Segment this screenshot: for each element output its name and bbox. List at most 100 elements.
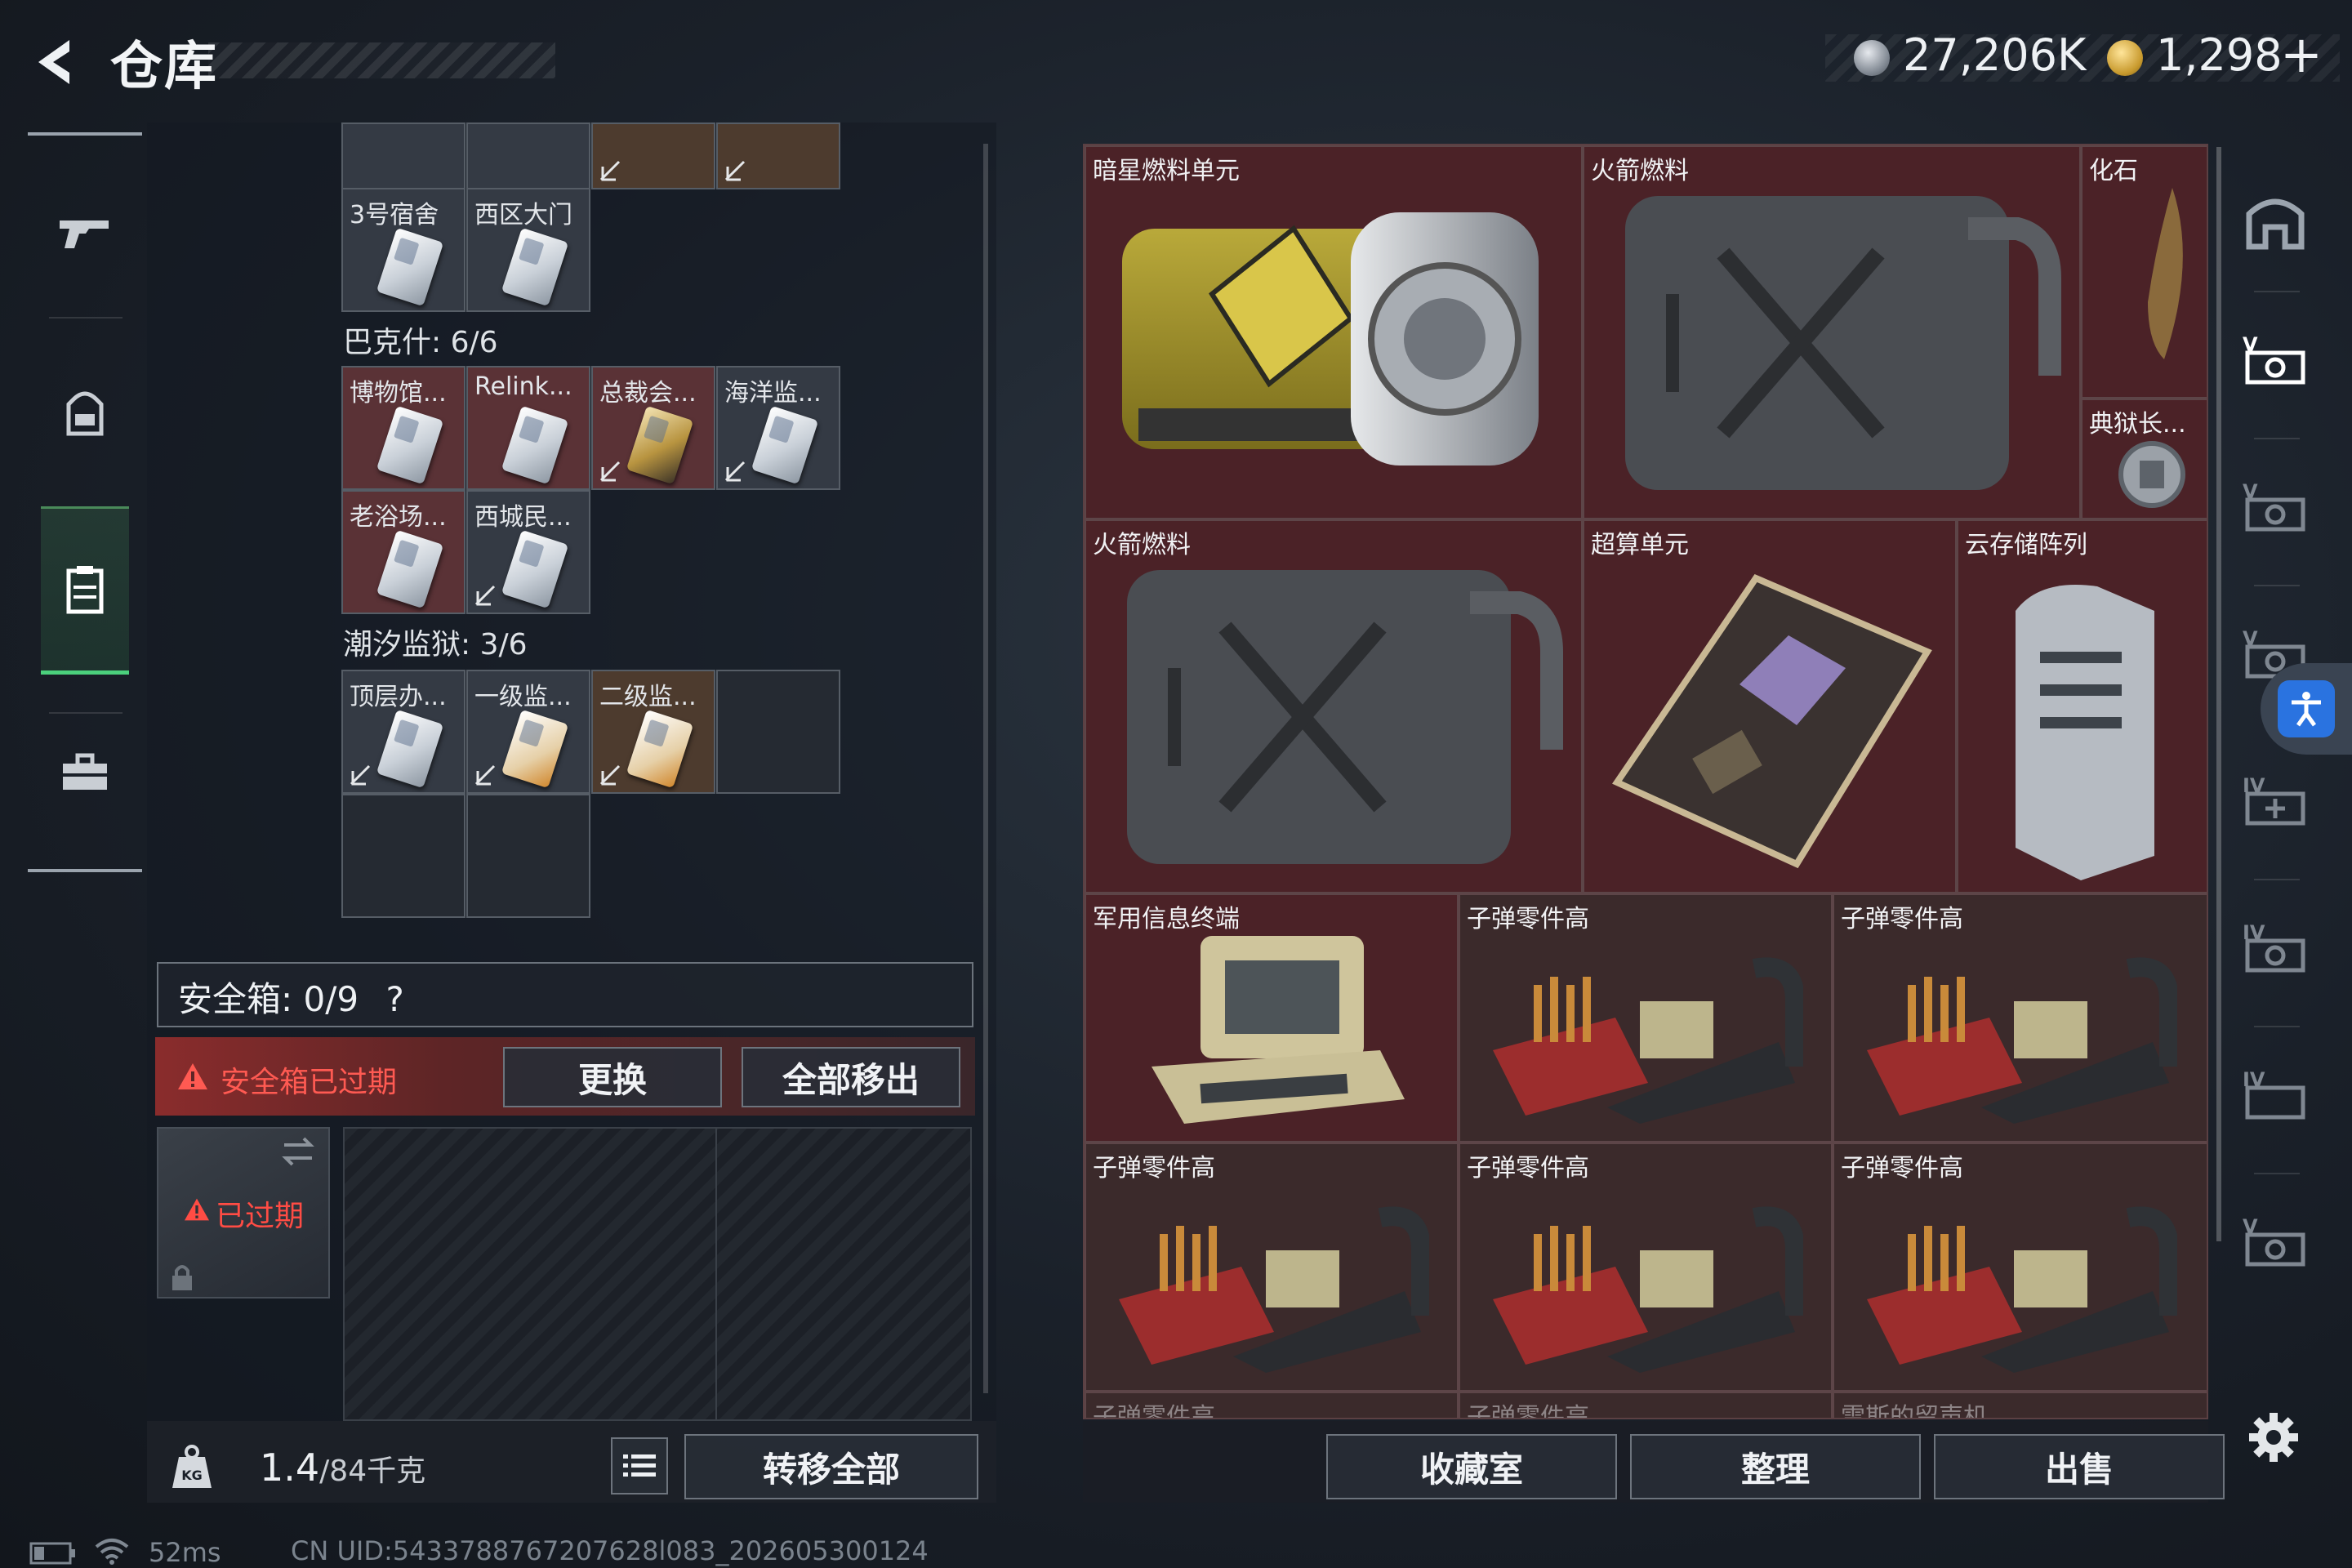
sort-button[interactable]: 整理 <box>1630 1434 1921 1499</box>
storage-tab-v-icon[interactable]: V <box>2241 477 2310 536</box>
keycard-icon <box>376 709 444 789</box>
slot-label: 海洋监... <box>724 379 822 408</box>
ammo-parts-image <box>1493 957 1803 1124</box>
slot-label: 3号宿舍 <box>350 201 439 229</box>
storage-tab-v-active-icon[interactable]: V <box>2241 330 2310 389</box>
slot-label: 顶层办... <box>350 683 447 711</box>
item-name: 军用信息终端 <box>1093 905 1240 933</box>
warehouse-item[interactable]: 子弹零件高 <box>1459 1392 1833 1419</box>
currency1-value: 27,206K <box>1903 29 2087 81</box>
key-slot[interactable] <box>716 122 840 189</box>
key-slot[interactable]: 海洋监... <box>716 366 840 490</box>
slot-label: 西区大门 <box>474 201 572 229</box>
key-slot[interactable]: 西城民... <box>466 490 590 614</box>
key-slot[interactable]: Relink... <box>466 366 590 490</box>
bound-icon <box>599 764 621 786</box>
warehouse-item[interactable]: 子弹零件高 <box>1459 1143 1833 1392</box>
key-slot[interactable]: 博物馆... <box>341 366 466 490</box>
warehouse-item[interactable]: 火箭燃料 <box>1085 519 1583 893</box>
empty-key-slot[interactable] <box>341 794 466 918</box>
jerrycan-image <box>1127 570 1563 864</box>
key-slot-west-gate[interactable]: 西区大门 <box>466 188 590 312</box>
keycard-icon <box>501 405 569 485</box>
nav-backpack[interactable] <box>28 347 142 478</box>
key-slot[interactable]: 二级监... <box>591 670 715 794</box>
page-title: 仓库 <box>110 37 218 97</box>
storage-tab-iv-add-icon[interactable]: IV <box>2241 771 2310 830</box>
toolbox-icon <box>63 753 107 790</box>
swap-icon <box>282 1137 314 1166</box>
silver-coin-icon <box>1854 40 1890 76</box>
item-name: 火箭燃料 <box>1093 531 1191 559</box>
key-slot[interactable]: 总裁会... <box>591 366 715 490</box>
warehouse-item[interactable]: 子弹零件高 <box>1833 1143 2207 1392</box>
inventory-scrollbar[interactable] <box>983 144 988 1393</box>
slot-label: 西城民... <box>474 503 572 532</box>
user-uid: CN UID:5433788767207628l083_202605300124 <box>291 1535 929 1566</box>
transfer-all-button[interactable]: 转移全部 <box>684 1434 978 1499</box>
safebox-grid[interactable] <box>343 1127 972 1421</box>
item-name: 子弹零件高 <box>1093 1154 1215 1183</box>
item-name: 火箭燃料 <box>1591 157 1689 185</box>
warehouse-scrollbar[interactable] <box>2216 147 2221 1241</box>
warehouse-item[interactable]: 火箭燃料 <box>1583 145 2081 519</box>
key-slot[interactable] <box>466 122 590 189</box>
storage-tab-iv-icon[interactable]: IV <box>2241 918 2310 977</box>
empty-key-slot[interactable] <box>716 670 840 794</box>
warehouse-item[interactable]: 子弹零件高 <box>1085 1143 1459 1392</box>
list-view-button[interactable] <box>611 1437 668 1494</box>
group-label-bakesh: 巴克什: 6/6 <box>343 326 498 359</box>
key-slot-dorm3[interactable]: 3号宿舍 <box>341 188 466 312</box>
warehouse-item[interactable]: 军用信息终端 <box>1085 893 1459 1143</box>
remove-all-button[interactable]: 全部移出 <box>742 1047 960 1107</box>
back-button[interactable] <box>24 29 90 95</box>
warehouse-item[interactable]: 化石 <box>2081 145 2207 399</box>
tab-separator <box>2254 1026 2300 1027</box>
replace-button[interactable]: 更换 <box>503 1047 722 1107</box>
warehouse-item[interactable]: 云存储阵列 <box>1957 519 2207 893</box>
warehouse-grid[interactable]: 暗星燃料单元 火箭燃料 化石 典狱长... 火箭燃料 超算单元 云存储阵列 军用… <box>1083 144 2208 1419</box>
nav-toolbox[interactable] <box>28 707 142 838</box>
home-storage-icon[interactable] <box>2244 189 2306 252</box>
slot-label: 老浴场... <box>350 503 447 532</box>
key-slot[interactable]: 一级监... <box>466 670 590 794</box>
accessibility-button[interactable] <box>2261 663 2352 755</box>
jerrycan-image <box>1625 196 2061 490</box>
key-slot[interactable]: 老浴场... <box>341 490 466 614</box>
warehouse-item[interactable]: 暗星燃料单元 <box>1085 145 1583 519</box>
settings-gear-icon[interactable] <box>2247 1411 2300 1463</box>
back-arrow-icon <box>38 40 69 84</box>
warehouse-item[interactable]: 子弹零件高 <box>1459 893 1833 1143</box>
warehouse-item[interactable]: 典狱长... <box>2081 399 2207 519</box>
warehouse-item[interactable]: 子弹零件高 <box>1085 1392 1459 1418</box>
warehouse-item[interactable]: 子弹零件高 <box>1833 893 2207 1143</box>
key-slot[interactable]: 顶层办... <box>341 670 466 794</box>
cloud-storage-image <box>2016 585 2154 880</box>
weight-value: 1.4/84千克 <box>260 1446 425 1490</box>
nav-top-line <box>28 132 142 136</box>
storage-tab-iv-folder-icon[interactable]: IV <box>2241 1065 2310 1124</box>
accessibility-icon <box>2292 692 2321 727</box>
item-name: 子弹零件高 <box>1467 1403 1589 1419</box>
empty-key-slot[interactable] <box>466 794 590 918</box>
warehouse-item[interactable]: 雷斯的留声机 <box>1833 1392 2207 1419</box>
sell-button[interactable]: 出售 <box>1934 1434 2225 1499</box>
storage-tab-v-icon[interactable]: V <box>2241 1212 2310 1271</box>
lock-icon <box>172 1265 192 1290</box>
item-name: 雷斯的留声机 <box>1841 1403 1988 1419</box>
help-icon[interactable]: ? <box>385 979 403 1019</box>
nav-weapon[interactable] <box>28 167 142 298</box>
warning-icon <box>178 1063 207 1089</box>
tab-separator <box>2254 438 2300 439</box>
weight-icon: KG <box>172 1445 212 1488</box>
gold-coin-icon <box>2107 40 2143 76</box>
item-name: 云存储阵列 <box>1965 531 2087 559</box>
warehouse-item[interactable]: 超算单元 <box>1583 519 1957 893</box>
nav-storage[interactable] <box>41 506 129 675</box>
key-slot[interactable] <box>341 122 466 189</box>
nav-separator <box>49 317 122 318</box>
add-currency-button[interactable]: + <box>2280 24 2323 84</box>
key-slot[interactable] <box>591 122 715 189</box>
keycard-icon <box>501 529 569 609</box>
collection-room-button[interactable]: 收藏室 <box>1326 1434 1617 1499</box>
